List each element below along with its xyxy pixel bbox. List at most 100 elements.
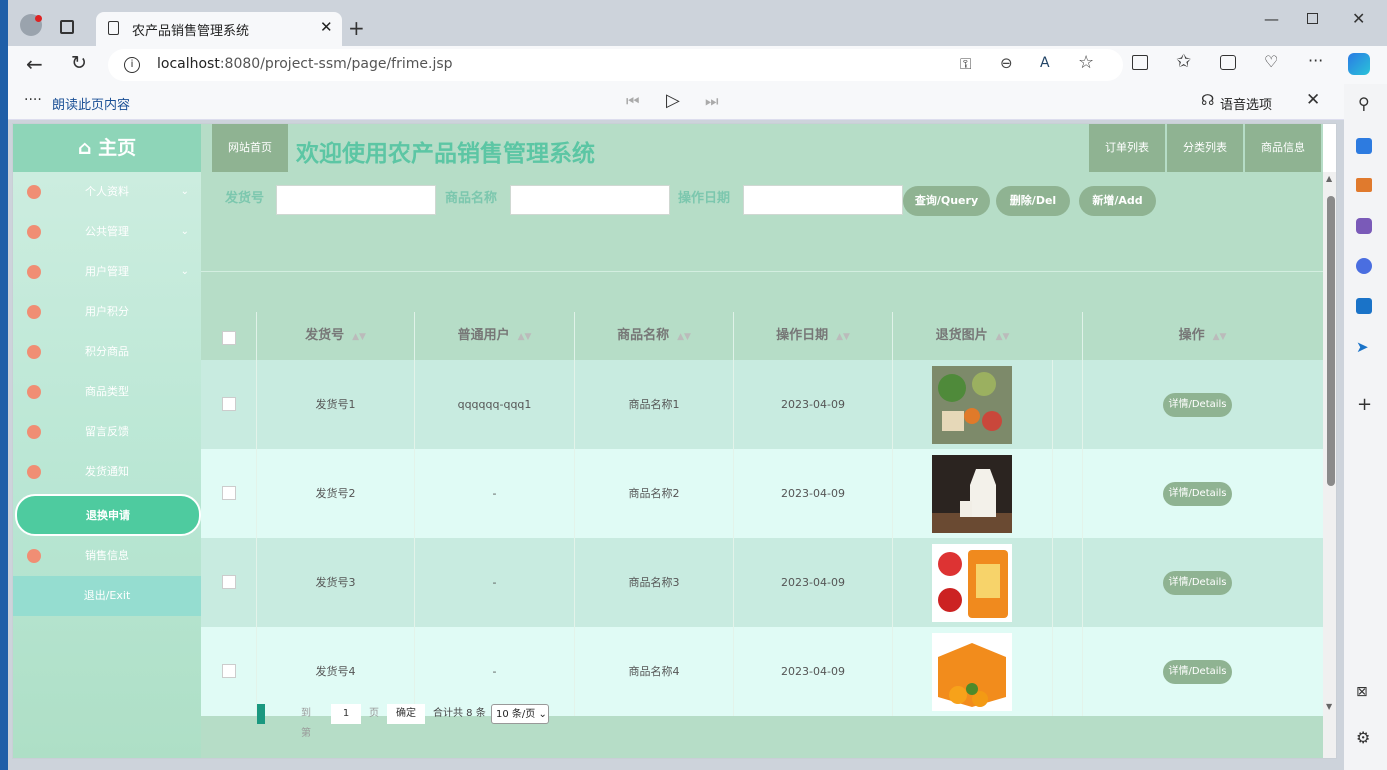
read-aloud-icon[interactable]: A: [1040, 55, 1050, 71]
tab-actions-icon[interactable]: [60, 20, 74, 34]
vertical-scrollbar[interactable]: ▲ ▼: [1323, 172, 1336, 758]
site-home-button[interactable]: 网站首页: [212, 124, 288, 172]
new-tab-icon[interactable]: +: [348, 16, 365, 40]
sort-icon[interactable]: ▲▼: [677, 332, 691, 342]
previous-icon[interactable]: ⏮: [626, 92, 640, 110]
details-button[interactable]: 详情/Details: [1163, 660, 1232, 684]
voice-icon[interactable]: ☊: [1201, 91, 1214, 109]
nav-category-list[interactable]: 分类列表: [1167, 124, 1243, 172]
scroll-up-icon[interactable]: ▲: [1326, 174, 1332, 183]
shopping-tag-icon[interactable]: [1356, 138, 1372, 154]
sidebar-item[interactable]: 留言反馈: [13, 412, 201, 452]
delete-button[interactable]: 删除/Del: [996, 186, 1070, 216]
details-button[interactable]: 详情/Details: [1163, 571, 1232, 595]
main-area: 网站首页 欢迎使用农产品销售管理系统 订单列表 分类列表 商品信息 发货号 商品…: [201, 124, 1336, 758]
close-read-icon[interactable]: ✕: [1306, 90, 1320, 110]
chevron-down-icon[interactable]: ⌄: [181, 212, 189, 252]
chevron-down-icon[interactable]: ⌄: [181, 172, 189, 212]
product-name-input[interactable]: [510, 185, 670, 215]
screenshot-icon[interactable]: ⊠: [1356, 684, 1368, 700]
column-header[interactable]: 操作 ▲▼: [1082, 312, 1322, 360]
column-header[interactable]: 发货号 ▲▼: [256, 312, 414, 360]
sidebar-item[interactable]: 用户积分: [13, 292, 201, 332]
row-checkbox[interactable]: [222, 575, 236, 589]
sidebar-item-label: 公共管理: [85, 225, 129, 238]
operate-date-input[interactable]: [743, 185, 903, 215]
row-checkbox[interactable]: [222, 397, 236, 411]
sort-icon[interactable]: ▲▼: [836, 332, 850, 342]
nav-product-info[interactable]: 商品信息: [1245, 124, 1321, 172]
search-icon[interactable]: ⚲: [1358, 94, 1370, 113]
url-field[interactable]: i localhost:8080/project-ssm/page/frime.…: [108, 49, 1123, 81]
cell-ship-no: 发货号1: [256, 360, 414, 449]
sidebar-item-exit[interactable]: 退出/Exit: [13, 576, 201, 616]
nav-order-list[interactable]: 订单列表: [1089, 124, 1165, 172]
refresh-icon[interactable]: ↻: [71, 52, 87, 74]
send-icon[interactable]: ➤: [1356, 338, 1369, 356]
column-header[interactable]: 操作日期 ▲▼: [733, 312, 892, 360]
settings-gear-icon[interactable]: ⚙: [1356, 728, 1370, 747]
outlook-icon[interactable]: [1356, 298, 1372, 314]
browser-tab[interactable]: 农产品销售管理系统 ✕: [96, 12, 342, 46]
column-header[interactable]: 商品名称 ▲▼: [574, 312, 733, 360]
sort-icon[interactable]: ▲▼: [996, 332, 1010, 342]
chevron-down-icon[interactable]: ⌄: [181, 252, 189, 292]
total-count: 合计共 8 条: [433, 708, 486, 719]
sort-icon[interactable]: ▲▼: [518, 332, 532, 342]
column-header[interactable]: 退货图片 ▲▼: [892, 312, 1052, 360]
scroll-down-icon[interactable]: ▼: [1326, 702, 1332, 711]
table-row: 发货号1 qqqqqq-qqq1 商品名称1 2023-04-09 详情/Details: [201, 360, 1323, 449]
orange-box-photo: [932, 633, 1012, 711]
favorite-star-icon[interactable]: ☆: [1078, 52, 1094, 73]
page-input[interactable]: 1: [331, 704, 361, 724]
split-screen-icon[interactable]: [1132, 55, 1148, 70]
maximize-icon[interactable]: [1307, 13, 1318, 24]
add-button[interactable]: 新增/Add: [1079, 186, 1156, 216]
voice-options-label[interactable]: 语音选项: [1220, 94, 1272, 113]
details-button[interactable]: 详情/Details: [1163, 482, 1232, 506]
back-icon[interactable]: ←: [26, 52, 43, 76]
sidebar-item[interactable]: 公共管理 ⌄: [13, 212, 201, 252]
more-menu-icon[interactable]: ···: [1308, 51, 1323, 70]
close-tab-icon[interactable]: ✕: [320, 18, 333, 36]
sidebar-item[interactable]: 商品类型: [13, 372, 201, 412]
read-aloud-label[interactable]: 朗读此页内容: [52, 94, 130, 113]
close-window-icon[interactable]: ✕: [1352, 9, 1365, 28]
sort-icon[interactable]: ▲▼: [352, 332, 366, 342]
query-button[interactable]: 查询/Query: [903, 186, 990, 216]
info-icon[interactable]: i: [124, 57, 140, 73]
play-icon[interactable]: ▷: [666, 90, 680, 111]
sidebar-item[interactable]: 发货通知: [13, 452, 201, 492]
toolbox-icon[interactable]: [1356, 178, 1372, 192]
ship-no-input[interactable]: [276, 185, 436, 215]
sidebar-home[interactable]: ⌂ 主页: [13, 124, 201, 172]
copilot-icon[interactable]: [1348, 53, 1370, 75]
sidebar-item[interactable]: 个人资料 ⌄: [13, 172, 201, 212]
scroll-thumb[interactable]: [1327, 196, 1335, 486]
collections-icon[interactable]: [1220, 55, 1236, 70]
column-header[interactable]: 普通用户 ▲▼: [414, 312, 574, 360]
minimize-icon[interactable]: —: [1264, 10, 1279, 28]
favorites-icon[interactable]: ✩: [1176, 51, 1191, 72]
select-all-checkbox[interactable]: [222, 331, 236, 345]
sidebar-item-sales[interactable]: 销售信息: [13, 536, 201, 576]
tab-strip: 农产品销售管理系统 ✕ + — ✕: [8, 0, 1387, 46]
games-icon[interactable]: [1356, 218, 1372, 234]
page-icon: [108, 21, 119, 35]
sidebar-item[interactable]: 用户管理 ⌄: [13, 252, 201, 292]
browser-essentials-icon[interactable]: ♡: [1264, 52, 1278, 71]
sidebar-item-return-request[interactable]: 退换申请: [15, 494, 201, 536]
cell-user: -: [414, 627, 574, 716]
row-checkbox[interactable]: [222, 664, 236, 678]
confirm-button[interactable]: 确定: [387, 704, 425, 724]
zoom-icon[interactable]: ⊖: [1000, 54, 1013, 72]
details-button[interactable]: 详情/Details: [1163, 393, 1232, 417]
key-icon[interactable]: ⚿: [960, 55, 971, 73]
next-icon[interactable]: ⏭: [705, 92, 719, 110]
row-checkbox[interactable]: [222, 486, 236, 500]
add-sidebar-icon[interactable]: +: [1357, 394, 1372, 415]
sidebar-item[interactable]: 积分商品: [13, 332, 201, 372]
microsoft365-icon[interactable]: [1356, 258, 1372, 274]
per-page-select[interactable]: 10 条/页 ⌄: [491, 704, 549, 724]
sort-icon[interactable]: ▲▼: [1213, 332, 1227, 342]
